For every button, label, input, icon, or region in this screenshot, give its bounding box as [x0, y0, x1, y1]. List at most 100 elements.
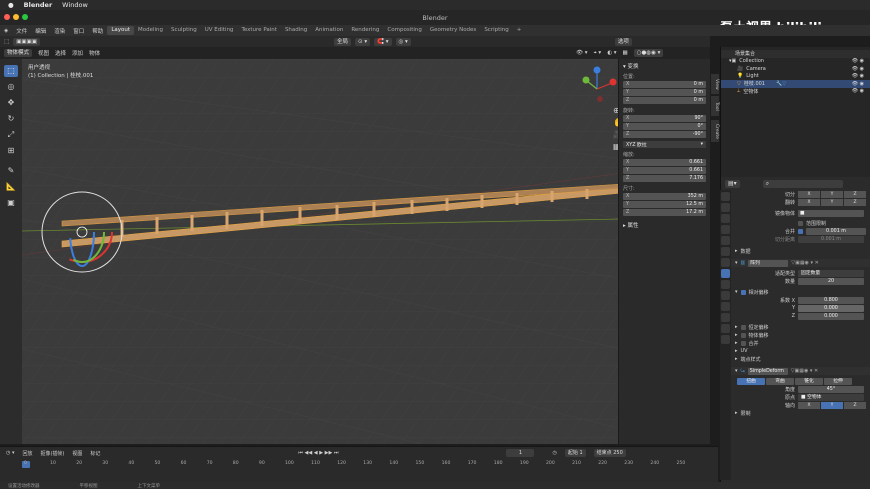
modifier-toggle-icons[interactable]: ▽▣▦◉ ▾ ✕	[791, 260, 819, 266]
mode-bend[interactable]: 弯曲	[766, 377, 794, 385]
data-subpanel[interactable]: ▸ 数据	[731, 247, 870, 255]
app-menu[interactable]: Blender	[24, 1, 53, 9]
end-frame-field[interactable]: 结束点 250	[593, 449, 626, 457]
render-tab-icon[interactable]	[721, 203, 730, 212]
scale-x-field[interactable]: X 0.661	[623, 159, 706, 166]
bisect-distance-field[interactable]: 0.001 m	[798, 235, 864, 243]
select-box-icon[interactable]: ⬚	[4, 39, 9, 45]
measure-tool-icon[interactable]: 📐	[4, 181, 18, 193]
rotation-x-field[interactable]: X 90°	[623, 115, 706, 122]
deform-axis-y[interactable]: Y	[821, 401, 843, 409]
select-tool-icon[interactable]: ⬚	[4, 65, 18, 77]
menu-render[interactable]: 渲染	[50, 27, 69, 35]
menu-marker[interactable]: 标记	[90, 450, 100, 457]
mirror-object-field[interactable]: ■	[798, 209, 864, 217]
outliner-row-light[interactable]: 💡 Light 👁 ◉	[721, 73, 870, 81]
object-offset-subpanel[interactable]: ▸ 物体偏移	[731, 331, 870, 339]
tab-compositing[interactable]: Compositing	[383, 26, 425, 35]
bisect-x-toggle[interactable]: X	[798, 190, 820, 198]
tab-uv-editing[interactable]: UV Editing	[201, 26, 238, 35]
scene-tab-icon[interactable]	[721, 236, 730, 245]
select-mode-buttons[interactable]: ▣▣▣▣	[13, 37, 40, 46]
menu-window[interactable]: 窗口	[69, 27, 88, 35]
tab-layout[interactable]: Layout	[107, 26, 135, 35]
scale-tool-icon[interactable]: ⤢	[4, 129, 18, 141]
angle-field[interactable]: 45°	[798, 385, 864, 393]
deform-name-field[interactable]: SimpleDeform	[747, 367, 788, 375]
tab-rendering[interactable]: Rendering	[347, 26, 383, 35]
search-input[interactable]: ⌕	[762, 180, 843, 188]
playback-controls[interactable]: ⏮ ◀◀ ◀ ▶ ▶▶ ⏭	[298, 450, 338, 456]
fit-type-dropdown[interactable]: 固定数量	[798, 269, 864, 277]
rotation-y-field[interactable]: Y 0°	[623, 123, 706, 130]
array-modifier-header[interactable]: ▾ ▥ 阵列 ▽▣▦◉ ▾ ✕	[731, 259, 870, 267]
count-field[interactable]: 20	[798, 277, 864, 285]
clipping-checkbox[interactable]	[798, 220, 803, 226]
physics-tab-icon[interactable]	[721, 291, 730, 300]
tab-modeling[interactable]: Modeling	[134, 26, 167, 35]
particles-tab-icon[interactable]	[721, 280, 730, 289]
xray-toggle-icon[interactable]: ▦	[623, 50, 628, 56]
zoom-window-button[interactable]	[22, 14, 28, 20]
add-cube-tool-icon[interactable]: ▣	[4, 197, 18, 209]
modifier-toggle-icons[interactable]: ▽▣▦◉ ▾ ✕	[791, 368, 819, 374]
tab-sculpting[interactable]: Sculpting	[167, 26, 201, 35]
world-tab-icon[interactable]	[721, 247, 730, 256]
tab-geometry-nodes[interactable]: Geometry Nodes	[426, 26, 480, 35]
visibility-eye-icon[interactable]: 👁 ◉	[852, 88, 870, 94]
simpledeform-modifier-header[interactable]: ▾ ⤿ SimpleDeform ▽▣▦◉ ▾ ✕	[731, 367, 870, 375]
orientation-dropdown[interactable]: 全局	[334, 37, 352, 46]
clock-icon[interactable]: ◷	[552, 450, 556, 456]
bisect-y-toggle[interactable]: Y	[821, 190, 843, 198]
outliner-row-ladder[interactable]: ▽ 桂枝.001 🔧▽ 👁 ◉	[721, 80, 870, 88]
shading-buttons[interactable]: ○●◍◉ ▾	[633, 49, 664, 57]
visibility-icon[interactable]: 👁 ▾	[576, 50, 588, 56]
outliner-row-empty[interactable]: ⟂ 空物体 👁 ◉	[721, 88, 870, 96]
menu-help[interactable]: 帮助	[88, 27, 107, 35]
material-tab-icon[interactable]	[721, 324, 730, 333]
tool-tab-icon[interactable]	[721, 192, 730, 201]
merge-distance-field[interactable]: 0.001 m	[806, 227, 866, 235]
dims-x-field[interactable]: X 352 m	[623, 193, 706, 200]
menu-object[interactable]: 物体	[89, 49, 100, 57]
modifier-tab-icon[interactable]	[721, 269, 730, 278]
mode-twist[interactable]: 扭曲	[737, 377, 765, 385]
view-layer-tab-icon[interactable]	[721, 225, 730, 234]
blender-logo-icon[interactable]: ◈	[0, 28, 12, 34]
factor-y-field[interactable]: 0.000	[798, 304, 864, 312]
tab-animation[interactable]: Animation	[311, 26, 347, 35]
gizmo-toggle-icon[interactable]: ⌖ ▾	[594, 50, 602, 57]
texture-tab-icon[interactable]	[721, 335, 730, 344]
rotation-z-field[interactable]: Z -90°	[623, 131, 706, 138]
dims-z-field[interactable]: Z 17.2 m	[623, 209, 706, 216]
menu-view-timeline[interactable]: 视图	[72, 450, 82, 457]
menu-playback[interactable]: 回放	[22, 450, 32, 457]
tab-view[interactable]: View	[711, 74, 719, 94]
limits-subpanel[interactable]: ▸ 限制	[731, 409, 870, 417]
menu-edit[interactable]: 编辑	[31, 27, 50, 35]
menu-add[interactable]: 添加	[72, 49, 83, 57]
caps-subpanel[interactable]: ▸ 端点样式	[731, 355, 870, 363]
constraints-tab-icon[interactable]	[721, 302, 730, 311]
minimize-window-button[interactable]	[13, 14, 19, 20]
mode-dropdown[interactable]: 物体模式	[4, 49, 33, 57]
apple-icon[interactable]: ●	[8, 1, 14, 9]
pivot-dropdown[interactable]: ⊙ ▾	[355, 37, 371, 46]
deform-axis-z[interactable]: Z	[844, 401, 866, 409]
rotate-tool-icon[interactable]: ↻	[4, 113, 18, 125]
3d-viewport[interactable]: ⊕ ✋ 🎥 ▦ 用户透视 (1) Collection | 桂枝.001	[22, 59, 622, 444]
visibility-eye-icon[interactable]: 👁 ◉	[852, 73, 870, 79]
tab-create[interactable]: Create	[711, 120, 719, 142]
menu-keying[interactable]: 抠像(插帧)	[40, 450, 64, 457]
move-tool-icon[interactable]: ✥	[4, 97, 18, 109]
menu-select[interactable]: 选择	[55, 49, 66, 57]
tab-shading[interactable]: Shading	[281, 26, 311, 35]
array-name-field[interactable]: 阵列	[748, 259, 789, 267]
overlay-toggle-icon[interactable]: ◐ ▾	[607, 50, 616, 56]
flip-y-toggle[interactable]: Y	[821, 198, 843, 206]
relative-offset-subpanel[interactable]: ▾ 相对偏移	[731, 288, 870, 296]
outliner-row-collection[interactable]: ▾▣ Collection 👁 ◉	[721, 58, 870, 66]
mode-stretch[interactable]: 拉伸	[824, 377, 852, 385]
menu-view[interactable]: 视图	[38, 49, 49, 57]
location-x-field[interactable]: X0 m	[623, 81, 706, 88]
